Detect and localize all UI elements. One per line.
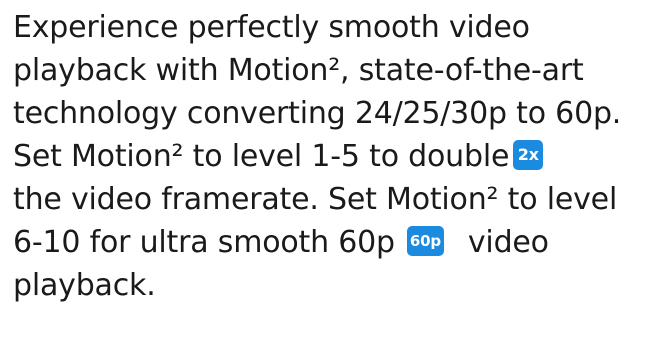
paragraph-line-2: playback with Motion², state-of-the-art: [13, 53, 584, 88]
paragraph-line-6-text-before: 6-10 for ultra smooth 60p: [13, 225, 395, 260]
framerate-60p-badge: 60p: [406, 225, 444, 256]
framerate-2x-badge: 2x: [513, 139, 544, 170]
paragraph-line-4: Set Motion² to level 1-5 to double 2x: [13, 135, 672, 178]
paragraph-line-5: the video framerate. Set Motion² to leve…: [13, 182, 618, 217]
paragraph-line-1: Experience perfectly smooth video: [13, 10, 530, 45]
paragraph-line-4-text: Set Motion² to level 1-5 to double: [13, 139, 510, 174]
paragraph-line-7: playback.: [13, 268, 156, 303]
paragraph-line-6: 6-10 for ultra smooth 60p 60p video: [13, 221, 672, 264]
paragraph-line-3: technology converting 24/25/30p to 60p.: [13, 96, 622, 131]
paragraph-line-6-text-after: video: [467, 225, 549, 260]
motion-description-paragraph: Experience perfectly smooth video playba…: [13, 6, 672, 307]
